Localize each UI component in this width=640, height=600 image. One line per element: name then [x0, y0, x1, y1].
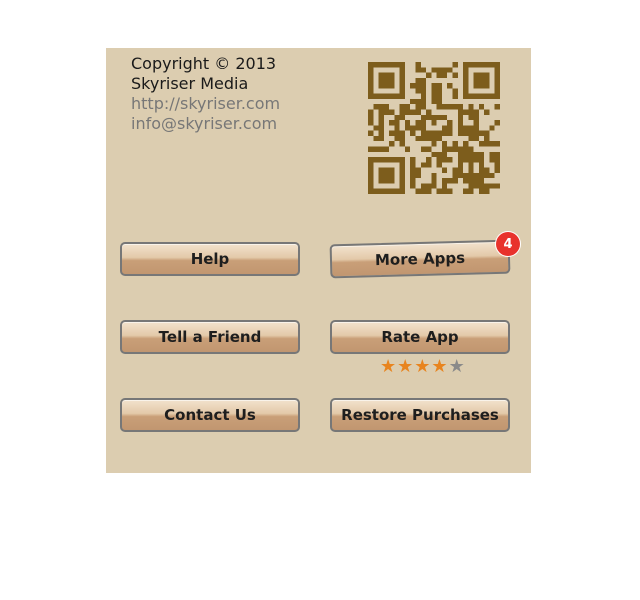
restore-purchases-button[interactable]: Restore Purchases: [330, 398, 510, 432]
website-link[interactable]: http://skyriser.com: [131, 94, 280, 114]
star-filled-icon: ★: [397, 356, 414, 377]
qr-code-icon: [368, 62, 500, 194]
about-panel: Copyright © 2013 Skyriser Media http://s…: [106, 48, 531, 473]
star-filled-icon: ★: [380, 356, 397, 377]
restore-purchases-button-label: Restore Purchases: [341, 406, 499, 424]
rating-stars: ★ ★ ★ ★ ★: [380, 358, 465, 376]
rate-app-button[interactable]: Rate App: [330, 320, 510, 354]
help-button[interactable]: Help: [120, 242, 300, 276]
more-apps-button[interactable]: More Apps: [329, 239, 511, 279]
notification-badge: 4: [496, 232, 520, 256]
contact-us-button-label: Contact Us: [164, 406, 256, 424]
email-link[interactable]: info@skyriser.com: [131, 114, 280, 134]
tell-a-friend-button-label: Tell a Friend: [158, 328, 262, 346]
star-empty-icon: ★: [448, 356, 465, 377]
rate-app-button-label: Rate App: [381, 328, 459, 346]
copyright-text: Copyright © 2013: [131, 54, 277, 73]
more-apps-button-label: More Apps: [374, 248, 466, 270]
company-name: Skyriser Media: [131, 74, 249, 93]
star-filled-icon: ★: [414, 356, 431, 377]
info-block: Copyright © 2013 Skyriser Media http://s…: [131, 54, 280, 134]
star-filled-icon: ★: [431, 356, 448, 377]
tell-a-friend-button[interactable]: Tell a Friend: [120, 320, 300, 354]
help-button-label: Help: [190, 250, 230, 268]
contact-us-button[interactable]: Contact Us: [120, 398, 300, 432]
